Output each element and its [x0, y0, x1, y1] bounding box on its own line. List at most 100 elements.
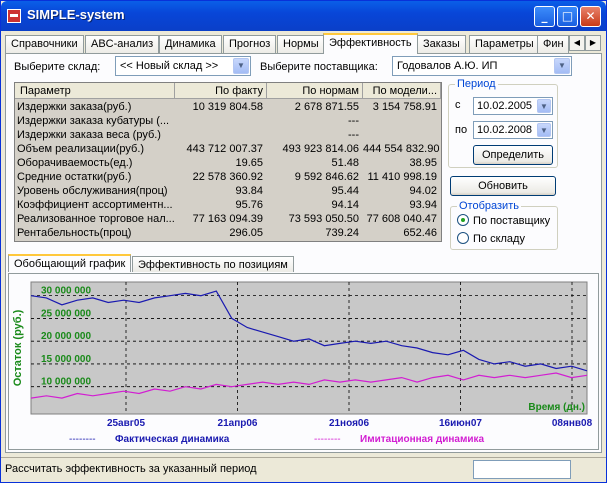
- period-group: Период с 10.02.2005 ▼ по 10.02.2008 ▼ Оп…: [448, 78, 558, 168]
- tab-orders[interactable]: Заказы: [417, 35, 466, 53]
- warehouse-label: Выберите склад:: [14, 61, 101, 73]
- chevron-down-icon[interactable]: ▼: [554, 58, 570, 74]
- supplier-select[interactable]: Годовалов А.Ю. ИП ▼: [392, 56, 572, 76]
- radio-by-warehouse-label: По складу: [473, 233, 525, 245]
- table-cell: ---: [348, 115, 359, 127]
- determine-button[interactable]: Определить: [473, 145, 553, 165]
- table-header: Параметр По факту По нормам По модели...: [15, 83, 441, 99]
- refresh-button[interactable]: Обновить: [450, 176, 556, 196]
- table-row[interactable]: Объем реализации(руб.) 443 712 007.37 493 …: [15, 142, 441, 156]
- radio-by-warehouse[interactable]: По складу: [457, 232, 525, 245]
- y-tick-label: 10 000 000: [41, 377, 91, 388]
- chevron-down-icon[interactable]: ▼: [537, 99, 551, 113]
- close-button[interactable]: ✕: [580, 6, 601, 27]
- tab-abc-analysis[interactable]: ABC-анализ: [85, 35, 160, 53]
- period-to-label: по: [455, 124, 468, 136]
- table-cell: 94.02: [409, 185, 437, 197]
- period-to-date[interactable]: 10.02.2008 ▼: [473, 121, 553, 139]
- legend-dash: --------: [69, 434, 96, 445]
- tab-efficiency[interactable]: Эффективность: [323, 33, 418, 54]
- period-from-date[interactable]: 10.02.2005 ▼: [473, 97, 553, 115]
- table-cell: 77 608 040.47: [366, 213, 437, 225]
- table-cell: Издержки заказа веса (руб.): [17, 129, 161, 141]
- column-header-norms[interactable]: По нормам: [267, 83, 363, 99]
- status-text: Рассчитать эффективность за указанный пе…: [5, 463, 257, 475]
- table-row[interactable]: Уровень обслуживания(проц) 93.84 95.44 94.0…: [15, 184, 441, 198]
- subtab-summary-chart[interactable]: Обобщающий график: [8, 254, 132, 272]
- tab-spravochniki[interactable]: Справочники: [5, 35, 84, 53]
- display-title: Отобразить: [457, 200, 521, 212]
- table-cell: 444 554 832.90: [363, 143, 440, 155]
- table-cell: 95.76: [235, 199, 263, 211]
- tab-norms[interactable]: Нормы: [277, 35, 325, 53]
- table-cell: 493 923 814.06: [282, 143, 359, 155]
- minimize-button[interactable]: _: [534, 6, 555, 27]
- subtab-efficiency-by-positions[interactable]: Эффективность по позициям: [132, 256, 294, 272]
- table-row[interactable]: Реализованное торговое нал... 77 163 094.…: [15, 212, 441, 226]
- table-cell: 10 319 804.58: [192, 101, 263, 113]
- radio-unchecked-icon[interactable]: [457, 232, 469, 244]
- supplier-select-value: Годовалов А.Ю. ИП: [397, 60, 498, 72]
- table-row[interactable]: Коэффициент ассортиментн... 95.76 94.14 93.…: [15, 198, 441, 212]
- table-cell: 9 592 846.62: [294, 171, 359, 183]
- x-tick-label: 21ноя06: [329, 418, 370, 429]
- window-title: SIMPLE-system: [27, 7, 125, 22]
- tab-finance[interactable]: Фин: [537, 35, 569, 53]
- column-header-model[interactable]: По модели...: [363, 83, 441, 99]
- x-tick-label: 25авг05: [107, 418, 146, 429]
- supplier-label: Выберите поставщика:: [260, 61, 378, 73]
- display-group: Отобразить По поставщику По складу: [450, 200, 558, 250]
- radio-checked-icon[interactable]: [457, 214, 469, 226]
- column-header-actual[interactable]: По факту: [175, 83, 267, 99]
- chevron-down-icon[interactable]: ▼: [537, 123, 551, 137]
- y-tick-label: 30 000 000: [41, 286, 91, 297]
- chart-container: 30 000 000 25 000 000 20 000 000 15 000 000…: [8, 273, 599, 450]
- table-cell: 11 410 998.19: [367, 171, 437, 183]
- x-tick-label: 08янв08: [552, 418, 593, 429]
- table-cell: Средние остатки(руб.): [17, 171, 132, 183]
- x-tick-label: 21апр06: [218, 418, 258, 429]
- table-cell: 652.46: [403, 227, 437, 239]
- table-row[interactable]: Рентабельность(проц) 296.05 739.24 652.46: [15, 226, 441, 240]
- warehouse-select[interactable]: << Новый склад >> ▼: [115, 56, 251, 76]
- table-cell: Коэффициент ассортиментн...: [17, 199, 173, 211]
- legend-label: Имитационная динамика: [360, 434, 484, 445]
- maximize-button[interactable]: □: [557, 6, 578, 27]
- table-cell: 3 154 758.91: [372, 101, 437, 113]
- table-cell: 93.84: [235, 185, 263, 197]
- app-window: SIMPLE-system _ □ ✕ Справочники ABC-анал…: [0, 0, 607, 483]
- title-bar[interactable]: SIMPLE-system _ □ ✕: [1, 1, 606, 31]
- tab-parameters[interactable]: Параметры: [469, 35, 540, 53]
- legend-label: Фактическая динамика: [115, 434, 230, 445]
- stock-dynamics-chart: 30 000 000 25 000 000 20 000 000 15 000 000…: [12, 281, 593, 445]
- column-header-parameter[interactable]: Параметр: [17, 83, 175, 99]
- efficiency-table: Параметр По факту По нормам По модели...…: [14, 82, 442, 242]
- warehouse-select-value: << Новый склад >>: [120, 60, 219, 72]
- table-cell: Издержки заказа(руб.): [17, 101, 132, 113]
- table-row[interactable]: Издержки заказа(руб.) 10 319 804.58 2 678 …: [15, 100, 441, 114]
- status-bar: Рассчитать эффективность за указанный пе…: [1, 457, 606, 482]
- table-cell: 739.24: [325, 227, 359, 239]
- table-cell: 2 678 871.55: [294, 101, 359, 113]
- period-title: Период: [455, 78, 498, 90]
- table-row[interactable]: Средние остатки(руб.) 22 578 360.92 9 592 …: [15, 170, 441, 184]
- table-cell: [363, 128, 441, 142]
- tab-dynamics[interactable]: Динамика: [159, 35, 222, 53]
- tab-scroll-left-icon[interactable]: ◀: [569, 35, 585, 51]
- table-cell: 73 593 050.50: [288, 213, 359, 225]
- radio-by-supplier[interactable]: По поставщику: [457, 214, 550, 227]
- tab-scroll-right-icon[interactable]: ▶: [585, 35, 601, 51]
- table-cell: 38.95: [409, 157, 437, 169]
- table-cell: 19.65: [235, 157, 263, 169]
- table-row[interactable]: Издержки заказа веса (руб.) ---: [15, 128, 441, 142]
- table-cell: 22 578 360.92: [192, 171, 263, 183]
- status-pane: [473, 460, 571, 479]
- table-row[interactable]: Оборачиваемость(ед.) 19.65 51.48 38.95: [15, 156, 441, 170]
- table-cell: 443 712 007.37: [186, 143, 263, 155]
- chevron-down-icon[interactable]: ▼: [233, 58, 249, 74]
- tab-forecast[interactable]: Прогноз: [223, 35, 277, 53]
- period-from-value: 10.02.2005: [477, 100, 533, 112]
- table-row[interactable]: Издержки заказа кубатуры (... ---: [15, 114, 441, 128]
- table-cell: 77 163 094.39: [192, 213, 263, 225]
- x-tick-label: 16июн07: [439, 418, 482, 429]
